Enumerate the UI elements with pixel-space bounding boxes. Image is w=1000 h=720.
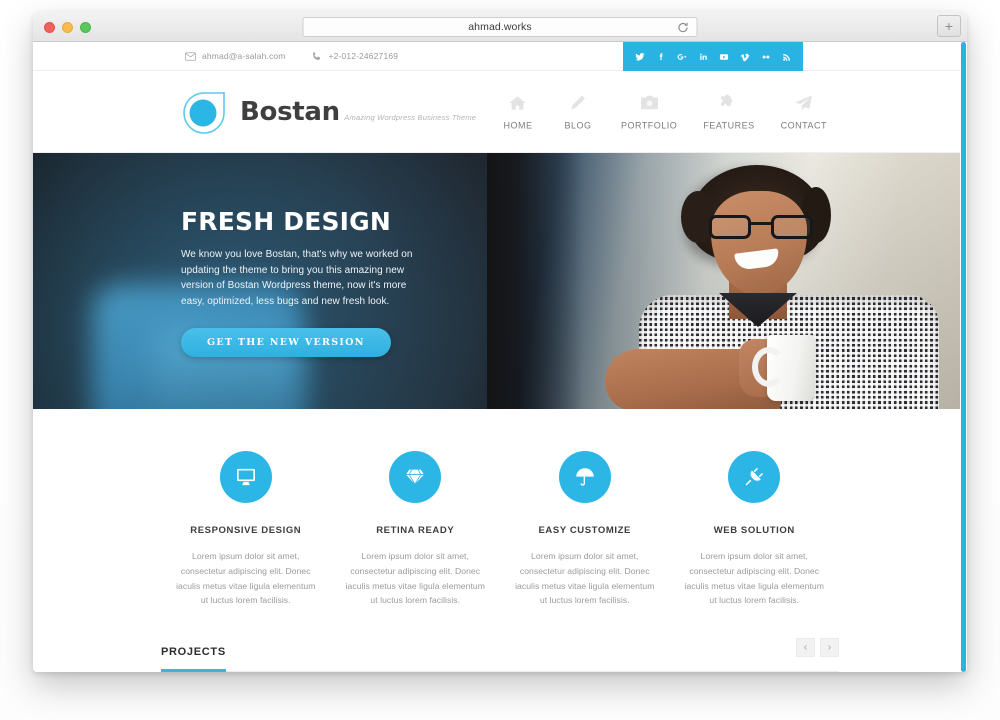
feature-text: Lorem ipsum dolor sit amet, consectetur … (345, 551, 485, 606)
feature-title: EASY CUSTOMIZE (538, 525, 631, 536)
umbrella-icon (558, 451, 611, 503)
minimize-window-button[interactable] (62, 22, 73, 33)
envelope-icon (185, 51, 196, 61)
social-twitter[interactable] (629, 42, 650, 71)
plug-icon (728, 451, 781, 503)
projects-section: PROJECTS ‹ › (161, 638, 839, 672)
feature-text: Lorem ipsum dolor sit amet, consectetur … (176, 551, 316, 606)
feature-text: Lorem ipsum dolor sit amet, consectetur … (684, 551, 824, 606)
social-youtube[interactable] (713, 42, 734, 71)
logo-droplet-icon (181, 89, 227, 135)
phone-icon (311, 51, 322, 62)
window-controls (44, 22, 91, 33)
main-nav: HOME BLOG PORTFOLIO FEATURES CONTACT (501, 93, 827, 130)
glasses-bridge (751, 222, 771, 226)
feature-card: WEB SOLUTION Lorem ipsum dolor sit amet,… (670, 451, 840, 608)
hero-photo (487, 153, 967, 409)
monitor-icon (219, 451, 272, 503)
man-face (711, 191, 807, 295)
diamond-icon (389, 451, 442, 503)
glasses-right-lens (771, 215, 813, 239)
contact-info: ahmad@a-salah.com +2-012-24627169 (185, 51, 398, 62)
new-tab-button[interactable]: + (937, 15, 961, 37)
browser-chrome: ahmad.works + (33, 12, 967, 42)
close-window-button[interactable] (44, 22, 55, 33)
nav-label-blog: BLOG (564, 120, 592, 130)
maximize-window-button[interactable] (80, 22, 91, 33)
site-logo[interactable]: Bostan Amazing Wordpress Business Theme (181, 89, 476, 135)
hero-copy: FRESH DESIGN We know you love Bostan, th… (181, 209, 431, 357)
paper-plane-icon (795, 93, 813, 112)
nav-label-contact: CONTACT (780, 120, 827, 130)
feature-title: WEB SOLUTION (713, 525, 795, 536)
feature-title: RETINA READY (376, 525, 455, 536)
nav-label-portfolio: PORTFOLIO (620, 120, 678, 130)
page-viewport: ahmad@a-salah.com +2-012-24627169 Bostan… (33, 42, 967, 672)
home-icon (509, 93, 527, 112)
hero-title: FRESH DESIGN (181, 207, 392, 236)
nav-item-features[interactable]: FEATURES (703, 93, 754, 130)
social-linkedin[interactable] (692, 42, 713, 71)
carousel-prev-button[interactable]: ‹ (796, 638, 815, 658)
nav-item-home[interactable]: HOME (501, 93, 535, 130)
reload-icon[interactable] (677, 21, 690, 34)
page-scrollbar[interactable] (960, 42, 967, 672)
phone-info[interactable]: +2-012-24627169 (311, 51, 398, 62)
utility-bar: ahmad@a-salah.com +2-012-24627169 (33, 42, 967, 71)
email-text: ahmad@a-salah.com (202, 51, 286, 61)
nav-label-home: HOME (503, 120, 533, 130)
camera-icon (640, 93, 658, 112)
phone-text: +2-012-24627169 (328, 51, 399, 61)
hero-photo-fade (487, 153, 583, 409)
feature-card: RETINA READY Lorem ipsum dolor sit amet,… (331, 451, 501, 608)
feature-card: EASY CUSTOMIZE Lorem ipsum dolor sit ame… (500, 451, 670, 608)
brand-name: Bostan (240, 96, 340, 127)
white-mug (752, 335, 815, 401)
social-links (623, 42, 803, 71)
nav-item-portfolio[interactable]: PORTFOLIO (621, 93, 677, 130)
social-flickr[interactable] (755, 42, 776, 71)
scrollbar-thumb[interactable] (961, 42, 966, 672)
nav-item-contact[interactable]: CONTACT (781, 93, 827, 130)
site-header: Bostan Amazing Wordpress Business Theme … (33, 71, 967, 153)
brand-tagline: Amazing Wordpress Business Theme (344, 112, 477, 122)
social-rss[interactable] (776, 42, 797, 71)
logo-text: Bostan Amazing Wordpress Business Theme (240, 99, 476, 125)
feature-text: Lorem ipsum dolor sit amet, consectetur … (515, 551, 655, 606)
social-facebook[interactable] (650, 42, 671, 71)
projects-carousel-controls: ‹ › (796, 638, 839, 658)
email-info[interactable]: ahmad@a-salah.com (185, 51, 285, 61)
features-section: RESPONSIVE DESIGN Lorem ipsum dolor sit … (33, 409, 967, 608)
nav-label-features: FEATURES (703, 120, 755, 130)
nav-item-blog[interactable]: BLOG (561, 93, 595, 130)
page-backdrop: ahmad.works + ahmad@a-salah.com +2-012-2… (0, 0, 1000, 720)
hero-banner: FRESH DESIGN We know you love Bostan, th… (33, 153, 967, 409)
carousel-next-button[interactable]: › (820, 638, 839, 658)
address-bar[interactable]: ahmad.works (302, 17, 698, 37)
puzzle-icon (720, 93, 737, 112)
man-glasses (709, 215, 813, 239)
hero-subtitle: We know you love Bostan, that's why we w… (181, 249, 413, 307)
hero-photo-man (543, 163, 943, 409)
feature-title: RESPONSIVE DESIGN (190, 525, 302, 536)
hero-background (33, 153, 967, 409)
hero-cta-button[interactable]: GET THE NEW VERSION (181, 328, 391, 357)
social-vimeo[interactable] (734, 42, 755, 71)
social-google-plus[interactable] (671, 42, 692, 71)
feature-card: RESPONSIVE DESIGN Lorem ipsum dolor sit … (161, 451, 331, 608)
url-text: ahmad.works (468, 21, 532, 33)
glasses-left-lens (709, 215, 751, 239)
browser-window: ahmad.works + ahmad@a-salah.com +2-012-2… (33, 12, 967, 672)
pencil-icon (570, 93, 586, 112)
projects-heading: PROJECTS (161, 646, 226, 672)
